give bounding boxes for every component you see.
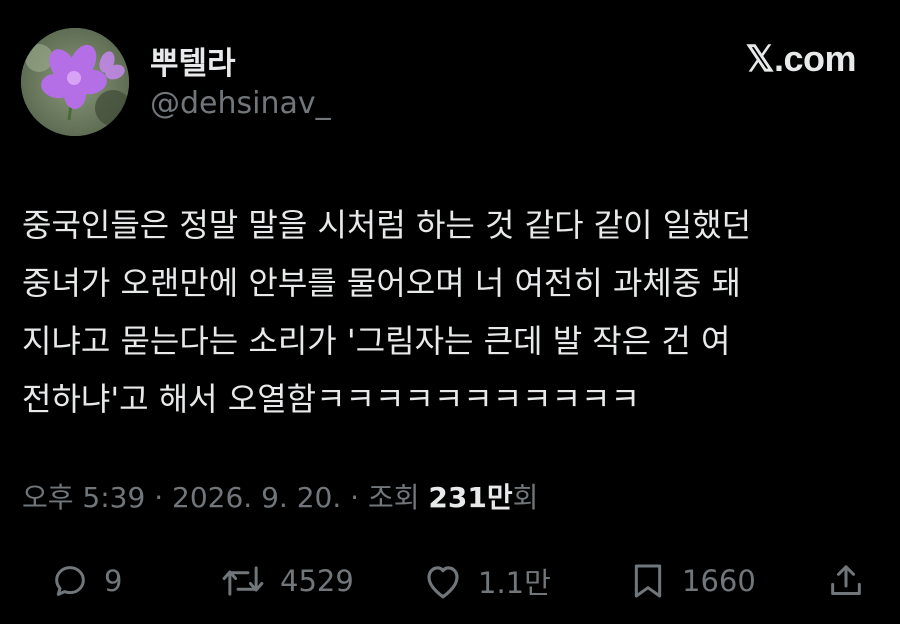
reply-button[interactable]: 9 — [50, 556, 122, 606]
action-bar: 9 4529 1.1만 1660 — [0, 556, 900, 606]
like-button[interactable]: 1.1만 — [422, 556, 551, 606]
meta-separator: · — [350, 481, 360, 514]
heart-icon — [427, 566, 459, 599]
meta-separator: · — [154, 481, 164, 514]
views-suffix: 회 — [512, 481, 539, 514]
repost-button[interactable]: 4529 — [220, 556, 354, 606]
x-logo: 𝕏.com — [745, 38, 856, 79]
views-count: 231만 — [428, 481, 513, 514]
bookmark-icon — [634, 564, 662, 598]
reply-count: 9 — [104, 564, 123, 598]
display-name[interactable]: 뿌텔라 — [150, 38, 236, 83]
reply-icon — [55, 566, 85, 596]
bookmark-button[interactable]: 1660 — [628, 556, 756, 606]
like-count: 1.1만 — [478, 566, 551, 600]
share-button[interactable] — [826, 556, 866, 606]
purple-flower-avatar-icon — [21, 28, 129, 136]
tweet-text: 중국인들은 정말 말을 시처럼 하는 것 같다 같이 일했던 중녀가 오랜만에 … — [22, 206, 752, 418]
repost-icon — [222, 566, 264, 596]
views-label: 조회 — [367, 481, 420, 514]
repost-count: 4529 — [280, 564, 354, 598]
tweet-meta: 오후 5:39 · 2026. 9. 20. · 조회 231만회 — [22, 476, 538, 516]
tweet-date[interactable]: 2026. 9. 20. — [172, 481, 341, 514]
share-icon — [831, 565, 861, 595]
avatar[interactable] — [21, 28, 129, 136]
tweet-time[interactable]: 오후 5:39 — [22, 481, 145, 514]
bookmark-count: 1660 — [682, 564, 756, 598]
user-handle[interactable]: @dehsinav_ — [150, 86, 331, 121]
